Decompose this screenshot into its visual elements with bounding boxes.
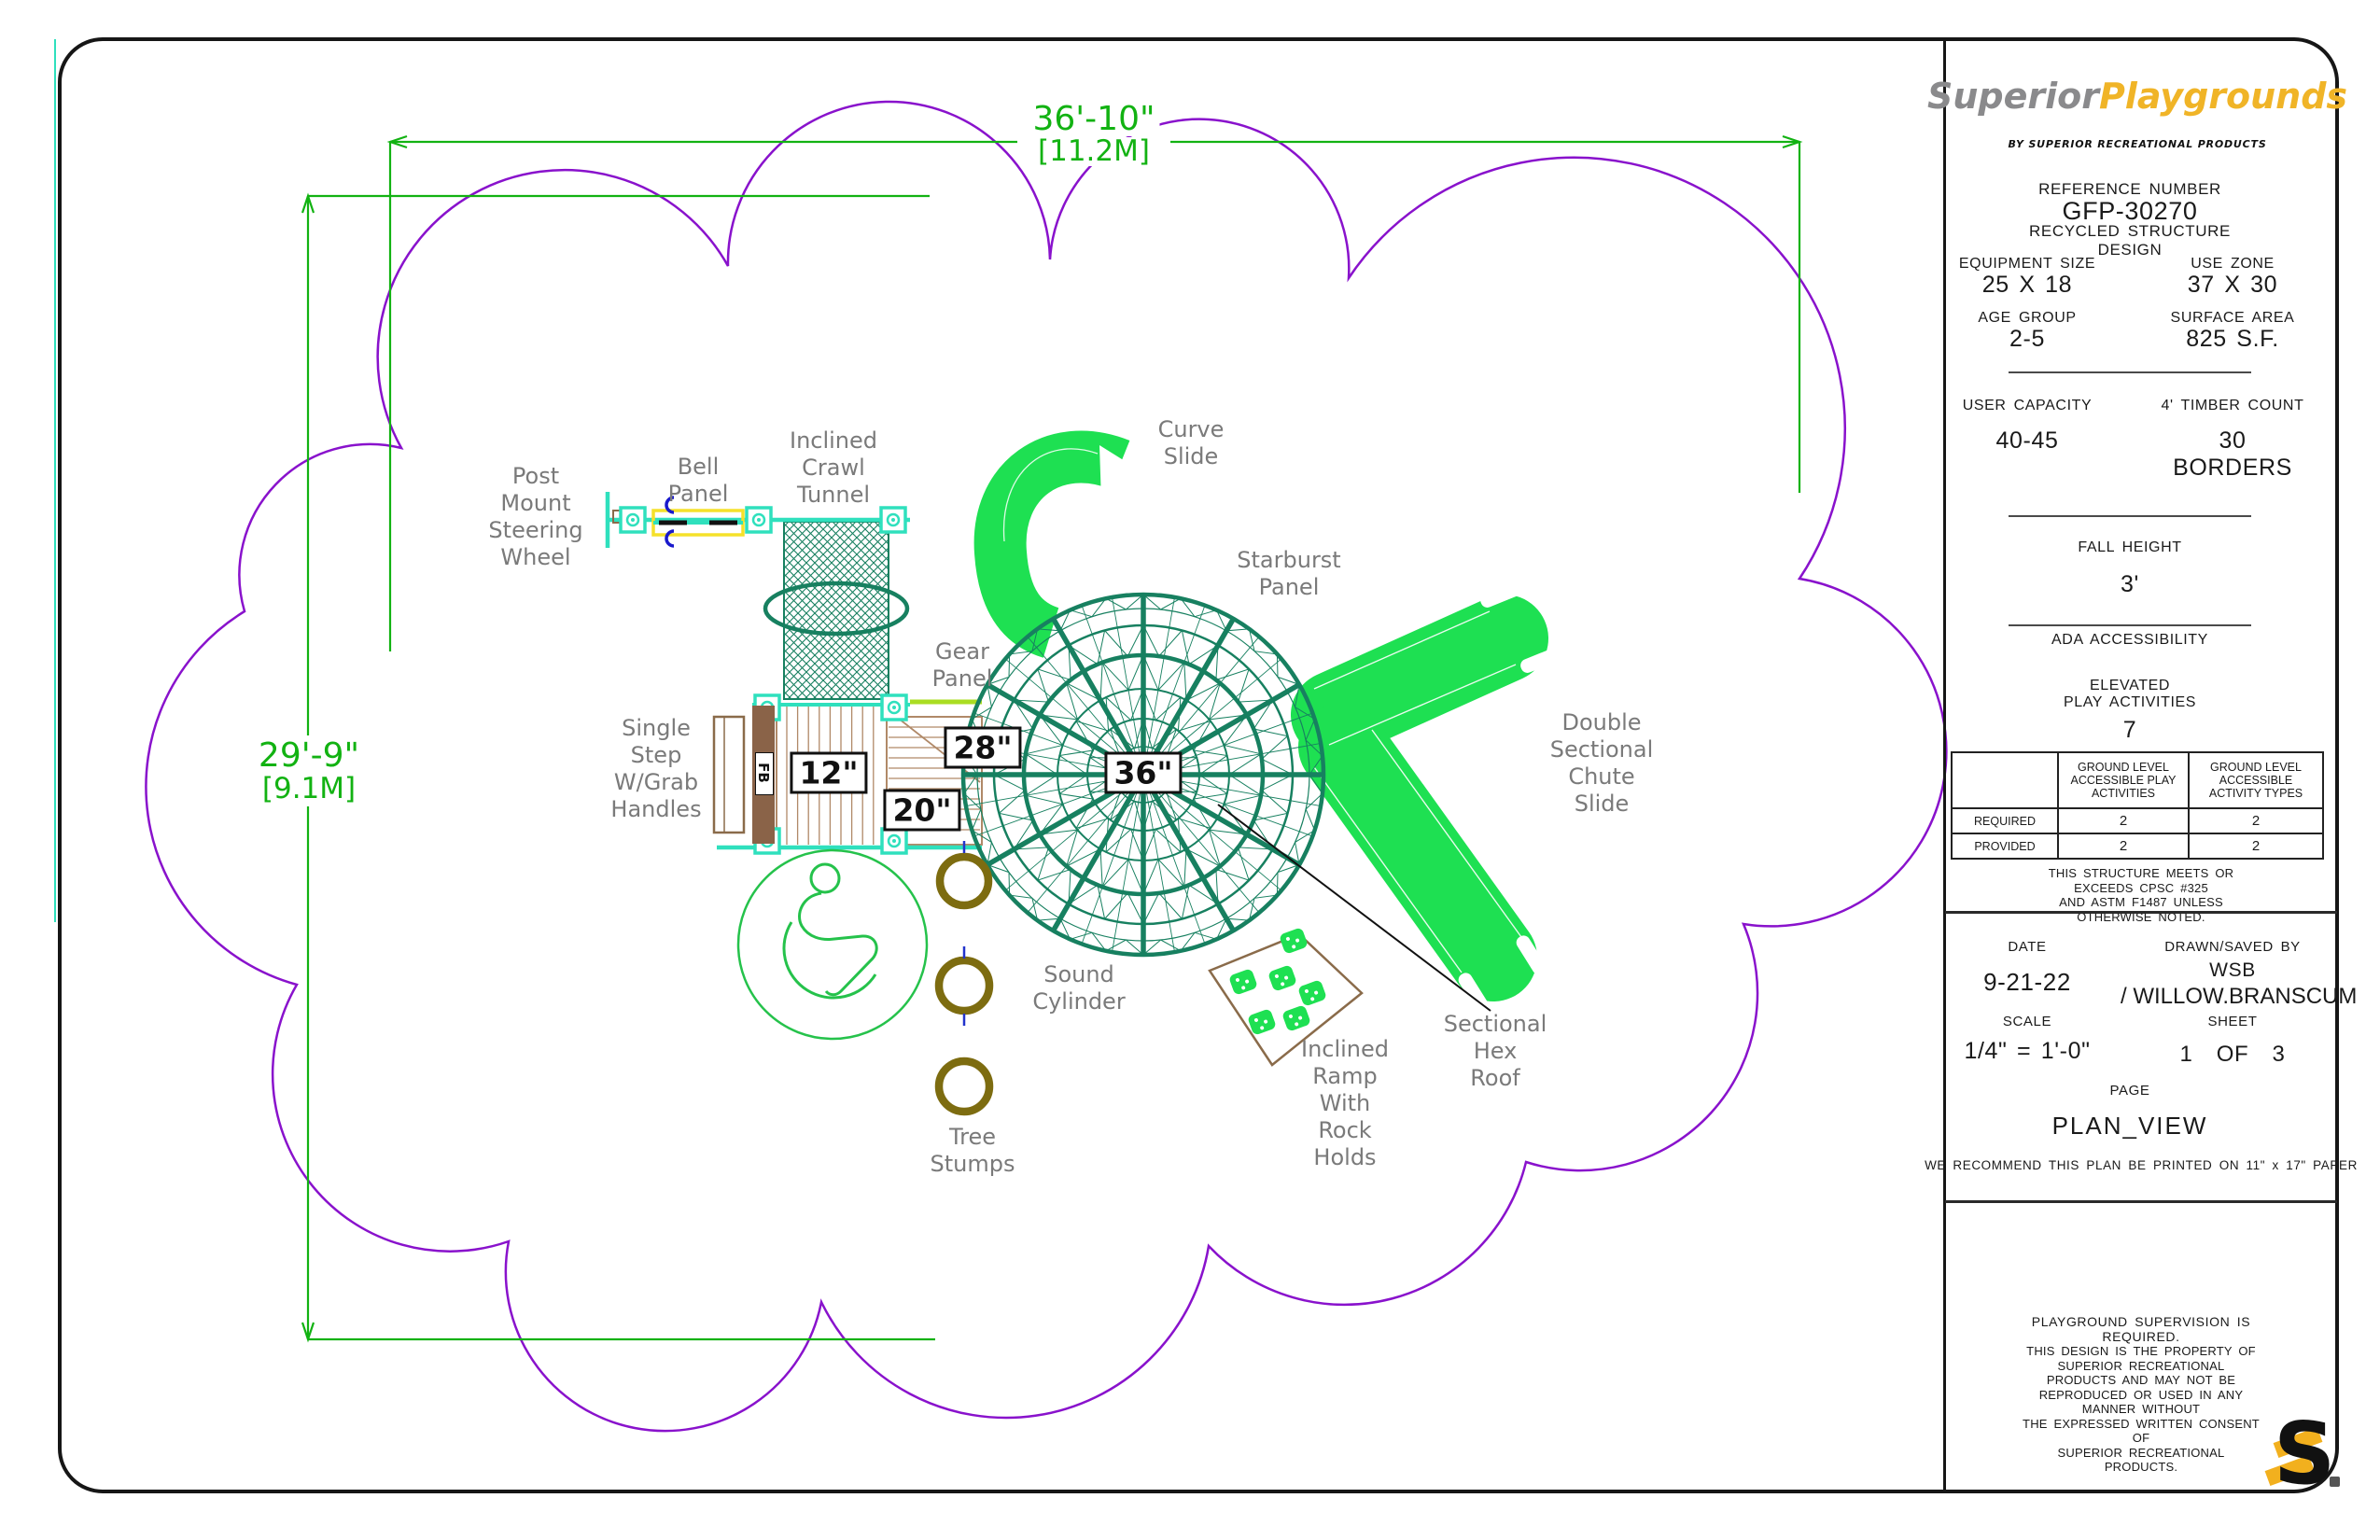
label-bell-panel: Bell Panel [668,454,729,508]
page-label: PAGE [2110,1083,2150,1099]
ada-table: GROUND LEVEL ACCESSIBLE PLAY ACTIVITIES … [1951,751,2324,860]
plan-sheet: 36'-10" [11.2M] 29'-9" [9.1M] Post Mount… [0,0,2380,1540]
ada-col1-header: GROUND LEVEL ACCESSIBLE PLAY ACTIVITIES [2058,752,2189,808]
label-tree-stumps: Tree Stumps [931,1124,1015,1178]
ada-required-activities: 2 [2058,808,2189,833]
property-note: THIS DESIGN IS THE PROPERTY OF SUPERIOR … [2022,1344,2261,1475]
scale-value: 1/4" = 1'-0" [1964,1038,2090,1065]
sheet-label: SHEET [2207,1014,2257,1029]
surface-area-value: 825 S.F. [2186,326,2279,353]
print-note: WE RECOMMEND THIS PLAN BE PRINTED ON 11"… [1925,1158,2358,1173]
deck-height-20: 20" [883,790,960,832]
reference-design: RECYCLED STRUCTURE DESIGN [2005,222,2255,259]
label-rock-ramp: Inclined Ramp With Rock Holds [1301,1036,1389,1171]
user-capacity-label: USER CAPACITY [1963,398,2093,414]
ada-required-types: 2 [2189,808,2323,833]
ada-title: ADA ACCESSIBILITY [2051,632,2208,649]
dimension-height: 29'-9" [254,739,364,773]
equipment-size-label: EQUIPMENT SIZE [1959,256,2095,273]
drawn-by-value: WSB [2209,959,2256,982]
age-group-label: AGE GROUP [1978,310,2076,327]
user-capacity-value: 40-45 [1996,427,2059,455]
date-label: DATE [2008,939,2046,955]
reference-label: REFERENCE NUMBER [2038,180,2221,199]
drawn-by-label: DRAWN/SAVED BY [2164,939,2301,955]
elevated-activities-label: ELEVATED PLAY ACTIVITIES [2064,678,2196,712]
ada-provided-types: 2 [2189,833,2323,859]
equipment-size-value: 25 X 18 [1982,272,2072,299]
divider [2009,515,2251,517]
deck-height-28: 28" [944,727,1021,769]
label-hex-roof: Sectional Hex Roof [1444,1011,1547,1092]
divider-full [1945,1200,2337,1203]
label-single-step: Single Step W/Grab Handles [610,715,701,823]
divider-full [1945,911,2337,914]
fall-height-value: 3' [2121,571,2139,598]
brand-primary: Superior [1927,76,2099,117]
label-curve-slide: Curve Slide [1158,416,1225,470]
label-starburst-panel: Starburst Panel [1237,547,1340,601]
ada-required-label: REQUIRED [1952,808,2058,833]
fb-marker-text: FB [755,763,772,783]
elevated-activities-count: 7 [2123,717,2137,744]
age-group-value: 2-5 [2009,326,2045,353]
cpsc-note: THIS STRUCTURE MEETS OR EXCEEDS CPSC #32… [2022,866,2261,924]
label-steering-wheel: Post Mount Steering Wheel [488,463,582,571]
titleblock-divider [1943,37,1946,1490]
dimension-width-metric: [11.2M] [1033,137,1155,166]
ada-table-corner [1952,752,2058,808]
timber-count-label: 4' TIMBER COUNT [2162,398,2304,414]
label-gear-panel: Gear Panel [932,638,993,693]
label-crawl-tunnel: Inclined Crawl Tunnel [790,427,877,509]
ada-col2-header: GROUND LEVEL ACCESSIBLE ACTIVITY TYPES [2189,752,2323,808]
use-zone-value: 37 X 30 [2188,272,2277,299]
page-value: PLAN_VIEW [2052,1113,2208,1141]
divider [2009,624,2251,626]
ada-provided-activities: 2 [2058,833,2189,859]
label-double-slide: Double Sectional Chute Slide [1550,709,1654,818]
s-mark: S [2274,1411,2335,1497]
dimension-height-metric: [9.1M] [258,775,360,804]
scale-label: SCALE [2003,1014,2051,1029]
label-sound-cylinder: Sound Cylinder [1032,961,1125,1015]
brand-tagline: BY SUPERIOR RECREATIONAL PRODUCTS [2008,138,2266,150]
brand-logo: SuperiorPlaygrounds [1927,78,2347,114]
timber-count-value: 30 BORDERS [2159,427,2306,482]
drawn-by-full-value: / WILLOW.BRANSCUM [2121,984,2357,1010]
divider [2009,371,2251,373]
brand-secondary: Playgrounds [2099,76,2347,117]
dimension-width: 36'-10" [1028,103,1159,136]
surface-area-label: SURFACE AREA [2171,310,2295,327]
ada-provided-label: PROVIDED [1952,833,2058,859]
s-mark-dot [2330,1477,2340,1487]
sheet-value: 1 OF 3 [2180,1042,2286,1068]
supervision-note: PLAYGROUND SUPERVISION IS REQUIRED. [2022,1314,2261,1344]
fall-height-label: FALL HEIGHT [2078,539,2181,556]
deck-height-36: 36" [1104,752,1182,794]
use-zone-label: USE ZONE [2191,256,2275,273]
deck-height-12: 12" [790,752,867,794]
date-value: 9-21-22 [1983,969,2071,997]
